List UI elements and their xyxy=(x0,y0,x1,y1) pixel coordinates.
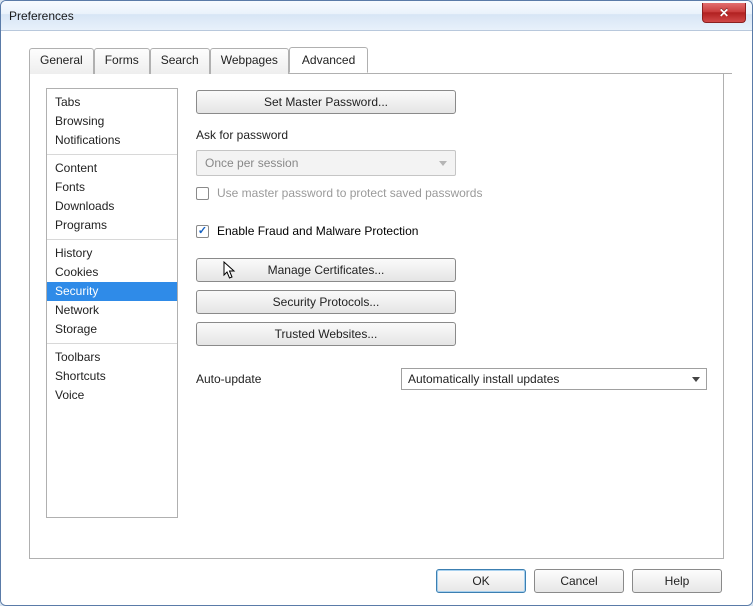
sidebar-item-downloads[interactable]: Downloads xyxy=(47,197,177,216)
use-master-password-row: Use master password to protect saved pas… xyxy=(196,186,707,200)
manage-certificates-button[interactable]: Manage Certificates... xyxy=(196,258,456,282)
auto-update-label: Auto-update xyxy=(196,372,371,386)
set-master-password-button[interactable]: Set Master Password... xyxy=(196,90,456,114)
help-button[interactable]: Help xyxy=(632,569,722,593)
button-stack: Manage Certificates... Security Protocol… xyxy=(196,258,707,346)
ask-for-password-select[interactable]: Once per session xyxy=(196,150,456,176)
close-button[interactable]: ✕ xyxy=(702,3,746,23)
ask-for-password-label: Ask for password xyxy=(196,128,707,142)
sidebar-item-notifications[interactable]: Notifications xyxy=(47,131,177,150)
window-title: Preferences xyxy=(9,9,74,23)
sidebar-item-voice[interactable]: Voice xyxy=(47,386,177,405)
sidebar-item-shortcuts[interactable]: Shortcuts xyxy=(47,367,177,386)
tab-general[interactable]: General xyxy=(29,48,94,74)
ask-for-password-value: Once per session xyxy=(205,156,298,170)
sidebar-item-toolbars[interactable]: Toolbars xyxy=(47,348,177,367)
auto-update-value: Automatically install updates xyxy=(408,372,559,386)
sidebar-item-history[interactable]: History xyxy=(47,244,177,263)
tab-forms[interactable]: Forms xyxy=(94,48,150,74)
trusted-websites-button[interactable]: Trusted Websites... xyxy=(196,322,456,346)
preferences-window: Preferences ✕ General Forms Search Webpa… xyxy=(0,0,753,606)
dialog-footer: OK Cancel Help xyxy=(21,559,732,593)
close-icon: ✕ xyxy=(719,6,729,20)
sidebar-item-fonts[interactable]: Fonts xyxy=(47,178,177,197)
tab-search[interactable]: Search xyxy=(150,48,210,74)
ok-button[interactable]: OK xyxy=(436,569,526,593)
sidebar-item-content[interactable]: Content xyxy=(47,159,177,178)
dialog-body: General Forms Search Webpages Advanced T… xyxy=(1,31,752,605)
security-panel: Set Master Password... Ask for password … xyxy=(196,88,707,544)
sidebar-item-browsing[interactable]: Browsing xyxy=(47,112,177,131)
titlebar: Preferences ✕ xyxy=(1,1,752,31)
tab-panel-advanced: Tabs Browsing Notifications Content Font… xyxy=(29,74,724,559)
advanced-sidebar: Tabs Browsing Notifications Content Font… xyxy=(46,88,178,518)
tab-advanced[interactable]: Advanced xyxy=(289,47,368,73)
use-master-password-label: Use master password to protect saved pas… xyxy=(217,186,482,200)
auto-update-select[interactable]: Automatically install updates xyxy=(401,368,707,390)
enable-protection-checkbox[interactable] xyxy=(196,225,209,238)
sidebar-item-programs[interactable]: Programs xyxy=(47,216,177,235)
tab-webpages[interactable]: Webpages xyxy=(210,48,289,74)
enable-protection-label: Enable Fraud and Malware Protection xyxy=(217,224,418,238)
chevron-down-icon xyxy=(692,377,700,382)
tabstrip: General Forms Search Webpages Advanced xyxy=(29,47,732,74)
sidebar-item-storage[interactable]: Storage xyxy=(47,320,177,339)
cancel-button[interactable]: Cancel xyxy=(534,569,624,593)
chevron-down-icon xyxy=(439,161,447,166)
auto-update-row: Auto-update Automatically install update… xyxy=(196,368,707,390)
sidebar-item-network[interactable]: Network xyxy=(47,301,177,320)
enable-protection-row: Enable Fraud and Malware Protection xyxy=(196,224,707,238)
sidebar-item-security[interactable]: Security xyxy=(47,282,177,301)
security-protocols-button[interactable]: Security Protocols... xyxy=(196,290,456,314)
use-master-password-checkbox xyxy=(196,187,209,200)
sidebar-item-cookies[interactable]: Cookies xyxy=(47,263,177,282)
sidebar-item-tabs[interactable]: Tabs xyxy=(47,93,177,112)
